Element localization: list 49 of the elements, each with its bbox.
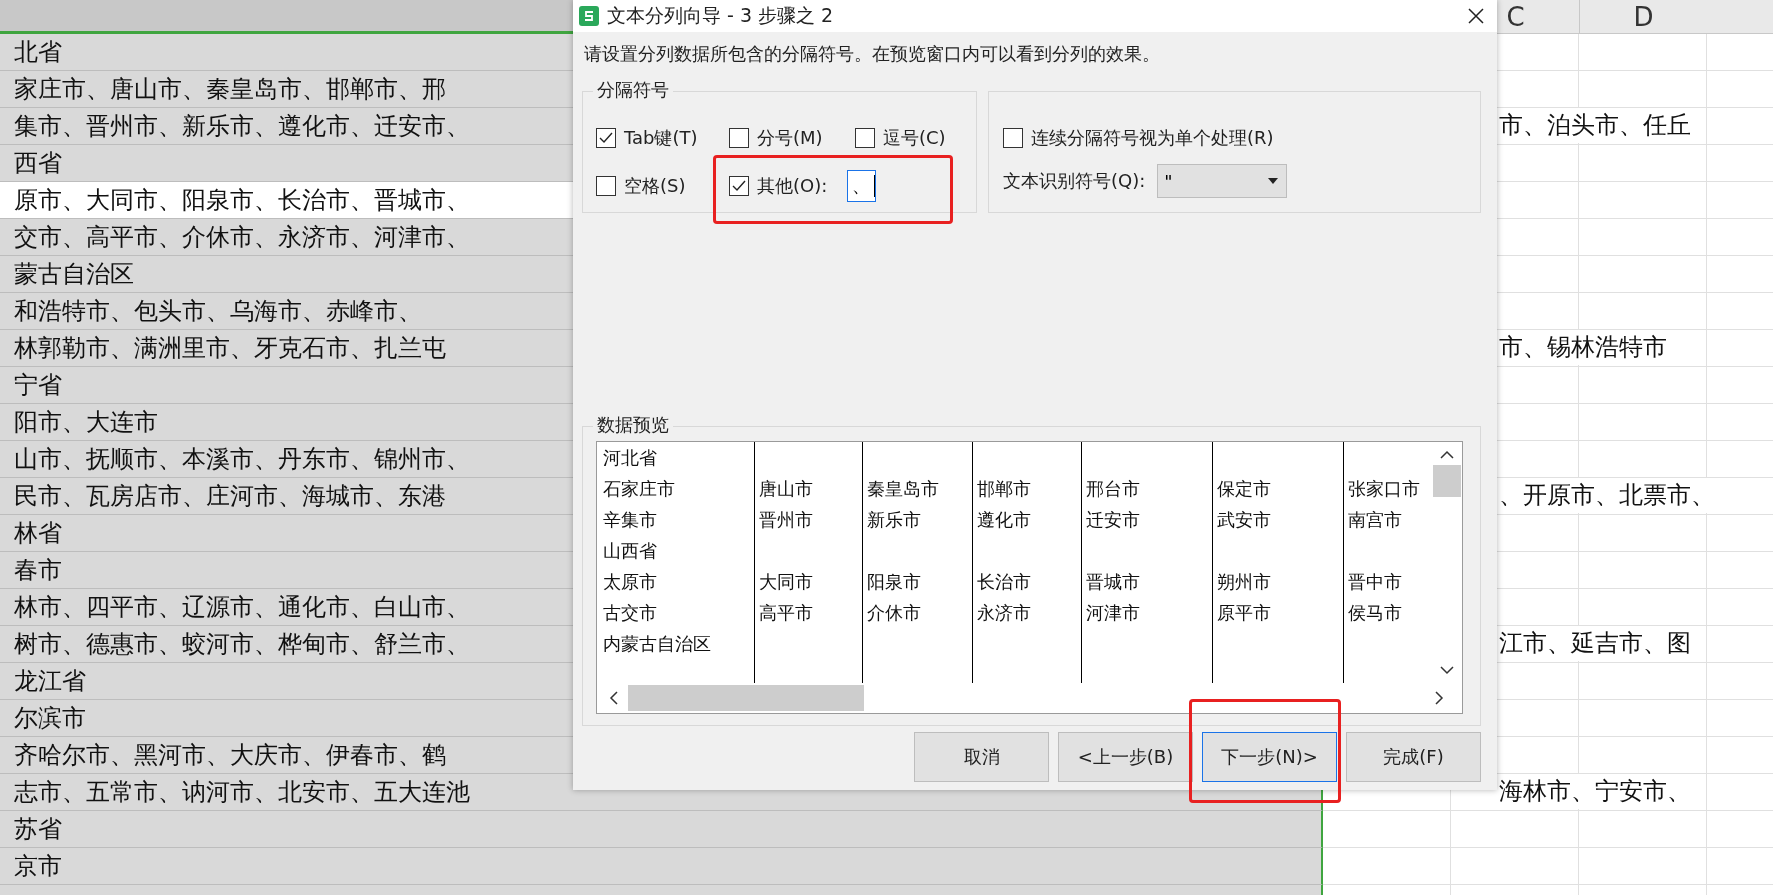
scroll-up-icon[interactable] — [1440, 450, 1454, 459]
checkbox[interactable] — [855, 128, 875, 148]
scrollbar-thumb[interactable] — [628, 685, 864, 711]
preview-cell: 保定市 — [1217, 476, 1271, 501]
scroll-down-icon[interactable] — [1440, 666, 1454, 675]
preview-cell: 南宫市 — [1348, 507, 1402, 532]
scrollbar-thumb[interactable] — [1433, 465, 1461, 497]
checkbox[interactable] — [596, 176, 616, 196]
checkbox[interactable] — [1003, 128, 1023, 148]
caret-icon — [1268, 178, 1279, 184]
preview-cell: 古交市 — [603, 600, 657, 625]
preview-cell: 介休市 — [867, 600, 921, 625]
cell-text: 市、锡林浩特市 — [1499, 330, 1667, 365]
dialog-button[interactable]: 完成(F) — [1346, 732, 1481, 782]
preview-cell: 唐山市 — [759, 476, 813, 501]
preview-cell: 邢台市 — [1086, 476, 1140, 501]
preview-cell: 张家口市 — [1348, 476, 1420, 501]
scroll-left-icon[interactable] — [609, 691, 618, 705]
sheet-cell: 京市 — [0, 848, 1323, 885]
qualifier-dropdown[interactable]: " — [1157, 164, 1288, 198]
preview-cell: 邯郸市 — [977, 476, 1031, 501]
checkbox[interactable] — [729, 128, 749, 148]
window-title: 文本分列向导 - 3 步骤之 2 — [607, 3, 834, 28]
preview-cell: 高平市 — [759, 600, 813, 625]
scroll-right-icon[interactable] — [1435, 691, 1444, 705]
preview-cell: 原平市 — [1217, 600, 1271, 625]
preview-cell: 晋中市 — [1348, 569, 1402, 594]
preview-cell: 永济市 — [977, 600, 1031, 625]
preview-cell: 河津市 — [1086, 600, 1140, 625]
dialog-button[interactable]: 下一步(N)> — [1202, 732, 1337, 782]
group-title: 分隔符号 — [593, 78, 673, 102]
checkbox[interactable] — [729, 176, 749, 196]
cell-text: 市、泊头市、任丘 — [1499, 108, 1691, 143]
preview-cell: 石家庄市 — [603, 476, 675, 501]
column-header[interactable]: D — [1579, 0, 1707, 33]
preview-cell: 侯马市 — [1348, 600, 1402, 625]
delimiter-field[interactable]: 、 — [847, 170, 877, 202]
preview-cell: 内蒙古自治区 — [603, 631, 711, 656]
dialog-button[interactable]: <上一步(B) — [1058, 732, 1193, 782]
checkbox[interactable] — [596, 128, 616, 148]
preview-cell: 秦皇岛市 — [867, 476, 939, 501]
close-icon[interactable] — [1467, 7, 1485, 25]
dialog-button[interactable]: 取消 — [914, 732, 1049, 782]
instruction-text: 请设置分列数据所包含的分隔符号。在预览窗口内可以看到分列的效果。 — [583, 42, 1161, 66]
app-icon — [579, 6, 599, 26]
cell-text: 江市、延吉市、图 — [1499, 626, 1691, 661]
preview-cell: 河北省 — [603, 445, 657, 470]
group-title: 数据预览 — [593, 413, 673, 437]
sheet-cell: 苏省 — [0, 811, 1323, 848]
